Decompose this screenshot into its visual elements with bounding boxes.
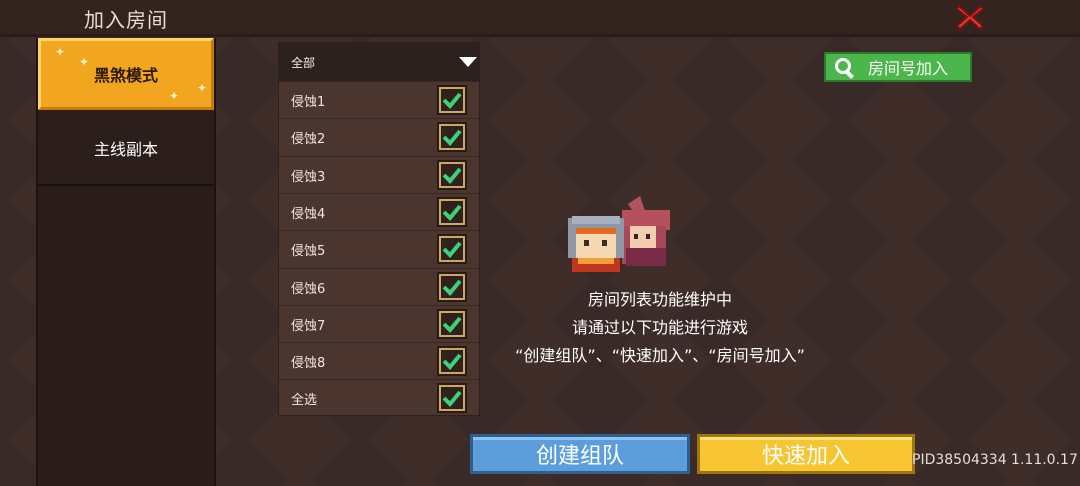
checkbox-box <box>441 163 463 186</box>
filter-checkbox[interactable] <box>437 383 467 414</box>
checkmark-icon <box>442 241 462 259</box>
filter-option-label: 侵蚀8 <box>291 356 326 372</box>
filter-checkbox[interactable] <box>437 234 467 265</box>
room-id-join-button[interactable]: 房间号加入 <box>824 52 972 82</box>
tab-label: 黑煞模式 <box>93 66 158 85</box>
close-button[interactable] <box>954 2 986 32</box>
filter-option-label: 侵蚀7 <box>291 318 326 334</box>
tab-main-dungeon[interactable]: 主线副本 <box>38 112 214 186</box>
checkmark-icon <box>442 167 462 184</box>
checkbox-box <box>441 89 463 111</box>
room-id-join-label: 房间号加入 <box>868 59 949 78</box>
filter-checkbox[interactable] <box>437 196 467 227</box>
caret-down-icon <box>459 57 477 67</box>
filter-option-row[interactable]: 侵蚀4 <box>279 192 479 231</box>
player-id-version: PID38504334 1.11.0.17 <box>912 452 1078 468</box>
create-team-button[interactable]: 创建组队 <box>470 434 690 474</box>
checkbox-box <box>441 238 463 261</box>
maintenance-message: 房间列表功能维护中 请通过以下功能进行游戏 “创建组队”、“快速加入”、“房间号… <box>440 286 880 370</box>
checkbox-box <box>441 126 463 149</box>
filter-checkbox[interactable] <box>437 122 467 153</box>
filter-option-label: 侵蚀6 <box>291 281 326 297</box>
page-title: 加入房间 <box>84 8 168 32</box>
filter-checkbox[interactable] <box>437 85 467 115</box>
filter-option-label: 侵蚀5 <box>291 244 326 260</box>
filter-option-label: 侵蚀4 <box>291 206 326 222</box>
sparkle-icon: ✦ <box>197 81 208 95</box>
filter-option-row[interactable]: 全选 <box>279 379 479 417</box>
search-icon <box>835 58 854 79</box>
message-line: 请通过以下功能进行游戏 <box>571 318 748 337</box>
filter-checkbox[interactable] <box>437 159 467 190</box>
message-line: 房间列表功能维护中 <box>587 290 732 309</box>
filter-option-row[interactable]: 侵蚀1 <box>279 81 479 119</box>
mode-sidebar: ✦ ✦ ✦ ✦ 黑煞模式 主线副本 <box>36 38 216 486</box>
hero-characters-image <box>568 196 670 272</box>
sparkle-icon: ✦ <box>169 89 180 103</box>
checkmark-icon <box>442 391 462 408</box>
filter-option-row[interactable]: 侵蚀2 <box>279 118 479 156</box>
checkmark-icon <box>442 204 462 221</box>
sparkle-icon: ✦ <box>55 45 66 59</box>
filter-option-label: 侵蚀2 <box>291 132 326 148</box>
filter-option-row[interactable]: 侵蚀5 <box>279 230 479 268</box>
tab-black-mode[interactable]: ✦ ✦ ✦ ✦ 黑煞模式 <box>38 38 214 110</box>
filter-option-label: 侵蚀1 <box>291 95 326 110</box>
message-line: “创建组队”、“快速加入”、“房间号加入” <box>515 346 805 365</box>
title-bar: 加入房间 <box>0 0 1080 37</box>
close-x-icon <box>955 4 985 31</box>
filter-dropdown-header[interactable]: 全部 <box>279 43 479 81</box>
filter-option-label: 侵蚀3 <box>291 169 326 185</box>
filter-header-label: 全部 <box>291 55 316 70</box>
checkmark-icon <box>442 130 462 147</box>
filter-option-row[interactable]: 侵蚀3 <box>279 155 479 194</box>
filter-option-label: 全选 <box>291 393 318 409</box>
quick-join-button[interactable]: 快速加入 <box>697 434 915 474</box>
checkmark-icon <box>442 92 462 109</box>
checkbox-box <box>441 387 463 410</box>
sparkle-icon: ✦ <box>79 55 90 69</box>
tab-label: 主线副本 <box>93 140 158 159</box>
checkbox-box <box>441 200 463 223</box>
